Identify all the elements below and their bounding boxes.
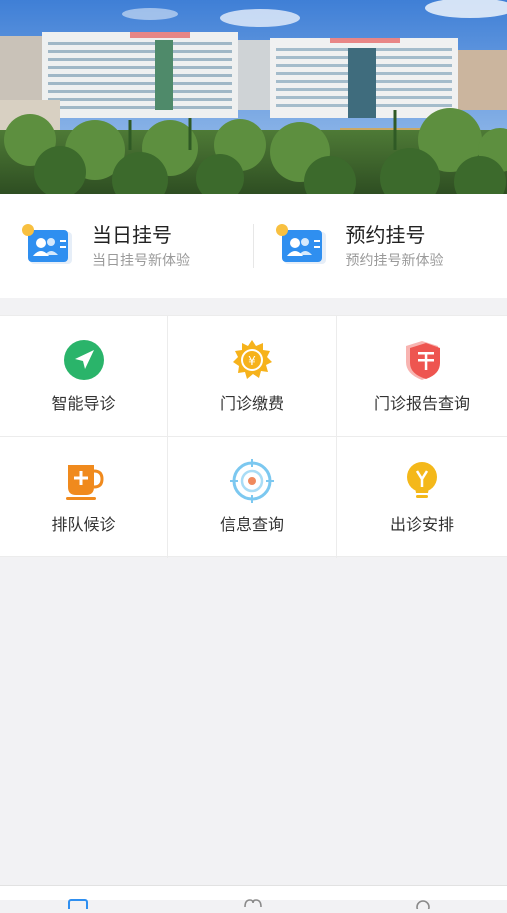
yuan-coin-icon: ¥ <box>230 338 274 382</box>
hospital-building-photo <box>0 0 507 194</box>
appointment-registration-subtitle: 预约挂号新体验 <box>346 252 444 270</box>
today-registration-title: 当日挂号 <box>92 222 190 248</box>
appointment-registration-title: 预约挂号 <box>346 222 444 248</box>
cup-plus-icon <box>62 459 106 503</box>
service-label: 排队候诊 <box>51 515 115 535</box>
bottom-tab-bar <box>0 885 507 900</box>
service-label: 出诊安排 <box>390 515 454 535</box>
service-label: 信息查询 <box>220 515 284 535</box>
service-outpatient-payment[interactable]: ¥ 门诊缴费 <box>168 316 337 437</box>
services-grid: 智能导诊 ¥ 门诊缴费 门诊报告查询 <box>0 315 507 557</box>
service-label: 门诊缴费 <box>220 394 284 414</box>
service-label: 智能导诊 <box>51 394 115 414</box>
service-report-query[interactable]: 门诊报告查询 <box>337 316 507 437</box>
profile-tab-icon[interactable] <box>413 894 433 904</box>
report-shield-icon <box>400 338 444 382</box>
home-tab-icon[interactable] <box>68 894 88 904</box>
registration-card: 当日挂号 当日挂号新体验 预约挂号 预约挂号新体验 <box>0 194 507 298</box>
service-label: 门诊报告查询 <box>374 394 470 414</box>
id-card-icon <box>274 218 330 274</box>
svg-text:¥: ¥ <box>248 354 256 368</box>
id-card-icon <box>20 218 76 274</box>
service-clinic-schedule[interactable]: 出诊安排 <box>337 437 507 558</box>
registration-divider <box>253 224 254 268</box>
heart-tab-icon[interactable] <box>243 894 263 904</box>
target-icon <box>230 459 274 503</box>
hospital-banner <box>0 0 507 194</box>
lightbulb-icon <box>400 459 444 503</box>
service-smart-guide[interactable]: 智能导诊 <box>0 316 168 437</box>
service-queue-waiting[interactable]: 排队候诊 <box>0 437 168 558</box>
today-registration-subtitle: 当日挂号新体验 <box>92 252 190 270</box>
navigation-arrow-icon <box>62 338 106 382</box>
appointment-registration-button[interactable]: 预约挂号 预约挂号新体验 <box>254 194 507 298</box>
service-info-query[interactable]: 信息查询 <box>168 437 337 558</box>
today-registration-button[interactable]: 当日挂号 当日挂号新体验 <box>0 194 254 298</box>
